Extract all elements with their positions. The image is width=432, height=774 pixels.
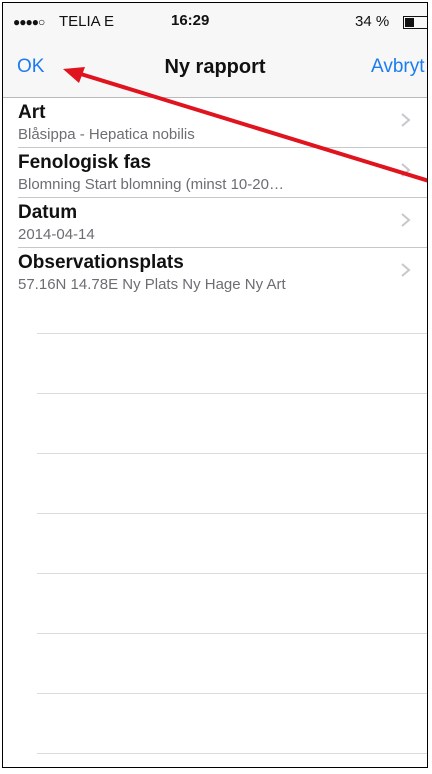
row-subtitle: 2014-04-14 — [18, 226, 95, 243]
chevron-right-icon — [401, 213, 411, 227]
row-title: Art — [18, 102, 46, 123]
separator-line — [37, 633, 427, 634]
separator-line — [37, 513, 427, 514]
row-title: Observationsplats — [18, 252, 184, 273]
row-title: Datum — [18, 202, 78, 223]
status-bar: ●●●●○ TELIA E 16:29 34 % — [3, 3, 427, 45]
row-observationsplats[interactable]: Observationsplats 57.16N 14.78E Ny Plats… — [3, 248, 427, 298]
row-subtitle: Blåsippa - Hepatica nobilis — [18, 126, 195, 143]
row-fenologisk-fas[interactable]: Fenologisk fas Blomning Start blomning (… — [3, 148, 427, 198]
battery-icon — [403, 16, 427, 29]
separator-line — [37, 693, 427, 694]
row-title: Fenologisk fas — [18, 152, 152, 173]
report-field-list: Art Blåsippa - Hepatica nobilis Fenologi… — [3, 98, 427, 298]
battery-percent: 34 % — [355, 13, 390, 30]
separator-line — [37, 333, 427, 334]
navigation-bar: OK Ny rapport Avbryt — [3, 45, 427, 98]
row-datum[interactable]: Datum 2014-04-14 — [3, 198, 427, 248]
separator-line — [37, 453, 427, 454]
chevron-right-icon — [401, 163, 411, 177]
phone-screen: ●●●●○ TELIA E 16:29 34 % OK Ny rapport A… — [2, 2, 428, 768]
row-subtitle: 57.16N 14.78E Ny Plats Ny Hage Ny Art — [18, 276, 286, 293]
page-title: Ny rapport — [164, 56, 266, 78]
separator-line — [37, 753, 427, 754]
status-time: 16:29 — [171, 12, 210, 29]
row-subtitle: Blomning Start blomning (minst 10-20… — [18, 176, 284, 193]
carrier-label: TELIA E — [59, 13, 115, 30]
separator-line — [37, 393, 427, 394]
separator-line — [37, 573, 427, 574]
chevron-right-icon — [401, 263, 411, 277]
chevron-right-icon — [401, 113, 411, 127]
row-art[interactable]: Art Blåsippa - Hepatica nobilis — [3, 98, 427, 148]
signal-strength-icon: ●●●●○ — [13, 15, 45, 29]
cancel-button[interactable]: Avbryt — [371, 56, 425, 78]
